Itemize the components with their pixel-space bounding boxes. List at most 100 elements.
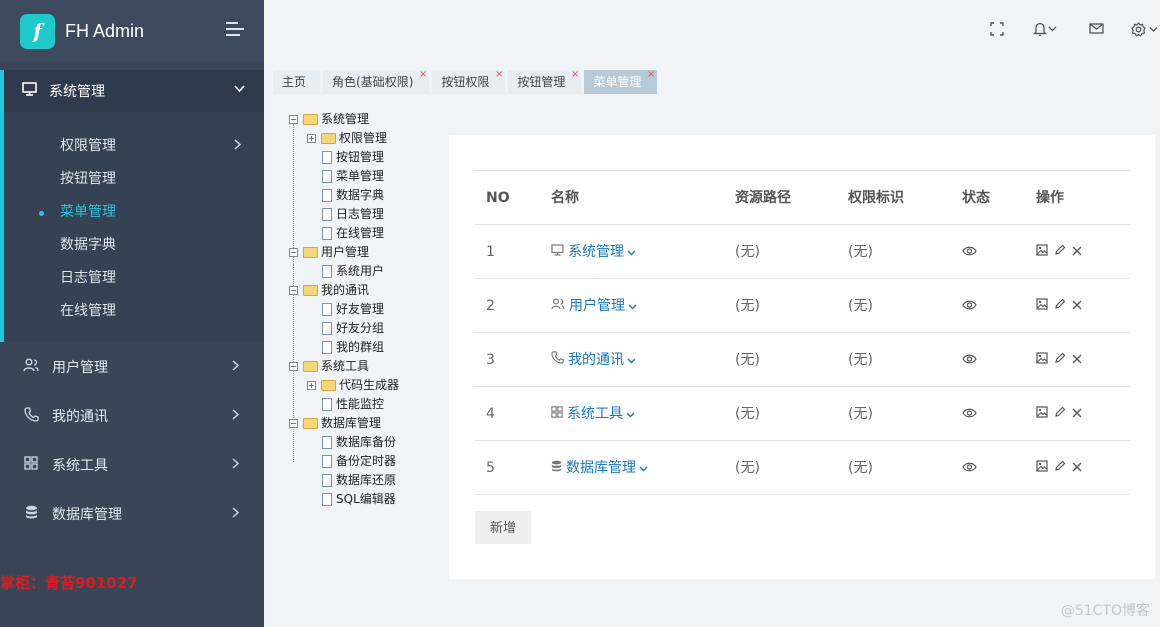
chevron-down-icon[interactable] — [639, 464, 648, 475]
edit-icon[interactable] — [1054, 226, 1066, 280]
column-header-status: 状态 — [962, 190, 990, 206]
tree-node-file[interactable]: 性能监控 — [322, 395, 384, 414]
tree-node-folder[interactable]: − 我的通讯 — [289, 281, 369, 300]
tree-node-file[interactable]: 数据库还原 — [322, 471, 396, 490]
edit-icon[interactable] — [1054, 442, 1066, 496]
tree-node-file[interactable]: 按钮管理 — [322, 148, 384, 167]
close-icon[interactable]: × — [571, 63, 579, 87]
tree-node-file[interactable]: 数据字典 — [322, 186, 384, 205]
edit-icon[interactable] — [1054, 334, 1066, 388]
delete-icon[interactable] — [1072, 388, 1082, 442]
row-perm: (无) — [848, 244, 873, 260]
tree-node-folder[interactable]: − 系统管理 — [289, 110, 369, 129]
tree-node-folder[interactable]: + 代码生成器 — [307, 376, 399, 395]
tab-role[interactable]: 角色(基础权限) × — [323, 69, 430, 94]
tree-node-file[interactable]: SQL编辑器 — [322, 490, 396, 509]
chevron-down-icon[interactable] — [628, 302, 637, 313]
table-row: 4 系统工具 (无) (无) — [474, 387, 1130, 441]
row-perm: (无) — [848, 460, 873, 476]
tree-node-label: 用户管理 — [321, 245, 370, 259]
row-name-link[interactable]: 用户管理 — [551, 279, 637, 333]
gear-icon[interactable] — [1131, 22, 1160, 41]
collapse-icon[interactable]: − — [289, 286, 298, 295]
tab-home[interactable]: 主页 — [273, 70, 321, 94]
add-button[interactable]: 新增 — [475, 511, 531, 544]
sidebar-group-database[interactable]: 数据库管理 — [0, 494, 264, 534]
eye-icon[interactable] — [962, 387, 977, 441]
tree-node-label: 我的通讯 — [321, 283, 370, 297]
eye-icon[interactable] — [962, 441, 977, 495]
image-icon[interactable] — [1036, 388, 1048, 442]
tree-node-file[interactable]: 我的群组 — [322, 338, 384, 357]
tree-node-file[interactable]: 在线管理 — [322, 224, 384, 243]
chevron-down-icon[interactable] — [626, 410, 635, 421]
collapse-icon[interactable]: − — [289, 115, 298, 124]
tab-button-permission[interactable]: 按钮权限 × — [432, 69, 506, 94]
tree-node-file[interactable]: 菜单管理 — [322, 167, 384, 186]
sidebar-group-header-system[interactable]: 系统管理 — [4, 70, 264, 112]
sidebar-group-label: 数据库管理 — [52, 507, 122, 523]
sidebar-group-users[interactable]: 用户管理 — [0, 347, 264, 387]
sidebar-item-dictionary[interactable]: 数据字典 — [4, 229, 264, 262]
chevron-down-icon[interactable] — [627, 356, 636, 367]
tree-node-folder[interactable]: − 数据库管理 — [289, 414, 381, 433]
sidebar-item-online[interactable]: 在线管理 — [4, 295, 264, 328]
expand-icon[interactable]: + — [307, 134, 316, 143]
sidebar-item-menu[interactable]: 菜单管理 — [4, 196, 264, 229]
delete-icon[interactable] — [1072, 280, 1082, 334]
close-icon[interactable]: × — [647, 63, 655, 87]
image-icon[interactable] — [1036, 226, 1048, 280]
image-icon[interactable] — [1036, 334, 1048, 388]
close-icon[interactable]: × — [419, 63, 427, 87]
delete-icon[interactable] — [1072, 442, 1082, 496]
tree-node-file[interactable]: 日志管理 — [322, 205, 384, 224]
image-icon[interactable] — [1036, 280, 1048, 334]
tree-node-label: 系统用户 — [336, 264, 385, 278]
tree-node-folder[interactable]: − 用户管理 — [289, 243, 369, 262]
edit-icon[interactable] — [1054, 280, 1066, 334]
collapse-icon[interactable]: − — [289, 362, 298, 371]
tree-node-file[interactable]: 好友分组 — [322, 319, 384, 338]
eye-icon[interactable] — [962, 333, 977, 387]
sidebar-item-log[interactable]: 日志管理 — [4, 262, 264, 295]
delete-icon[interactable] — [1072, 334, 1082, 388]
row-name-link[interactable]: 系统管理 — [551, 225, 636, 279]
sidebar-group-tools[interactable]: 系统工具 — [0, 445, 264, 485]
menu-toggle-icon[interactable] — [226, 22, 244, 40]
image-icon[interactable] — [1036, 442, 1048, 496]
bell-icon[interactable] — [1032, 22, 1059, 40]
row-name-link[interactable]: 系统工具 — [551, 387, 635, 441]
sidebar-item-button[interactable]: 按钮管理 — [4, 163, 264, 196]
tree-node-file[interactable]: 数据库备份 — [322, 433, 396, 452]
edit-icon[interactable] — [1054, 388, 1066, 442]
tree-node-file[interactable]: 好友管理 — [322, 300, 384, 319]
tab-menu-manage[interactable]: 菜单管理 × — [584, 69, 658, 94]
column-header-name: 名称 — [551, 190, 579, 206]
overlay-text: 掌柜：青苔901027 — [0, 574, 138, 592]
tree-node-file[interactable]: 备份定时器 — [322, 452, 396, 471]
row-name-link[interactable]: 数据库管理 — [551, 441, 648, 495]
expand-icon[interactable]: + — [307, 381, 316, 390]
collapse-icon[interactable]: − — [289, 419, 298, 428]
eye-icon[interactable] — [962, 279, 977, 333]
close-icon[interactable]: × — [495, 63, 503, 87]
tree-node-file[interactable]: 系统用户 — [322, 262, 384, 281]
mail-icon[interactable] — [1089, 22, 1104, 39]
chevron-down-icon[interactable] — [627, 248, 636, 259]
tab-button-manage[interactable]: 按钮管理 × — [508, 69, 582, 94]
file-icon — [322, 151, 332, 164]
sidebar-item-permission[interactable]: 权限管理 — [4, 130, 264, 163]
collapse-icon[interactable]: − — [289, 248, 298, 257]
row-name-link[interactable]: 我的通讯 — [551, 333, 636, 387]
tree-node-folder[interactable]: + 权限管理 — [307, 129, 387, 148]
fullscreen-icon[interactable] — [990, 22, 1004, 40]
tree-node-label: 系统工具 — [321, 359, 370, 373]
eye-icon[interactable] — [962, 225, 977, 279]
sidebar-group-contacts[interactable]: 我的通讯 — [0, 396, 264, 436]
tree-node-label: 性能监控 — [336, 397, 385, 411]
delete-icon[interactable] — [1072, 226, 1082, 280]
row-perm: (无) — [848, 298, 873, 314]
row-perm: (无) — [848, 352, 873, 368]
tree-node-folder[interactable]: − 系统工具 — [289, 357, 369, 376]
row-path: (无) — [735, 352, 760, 368]
